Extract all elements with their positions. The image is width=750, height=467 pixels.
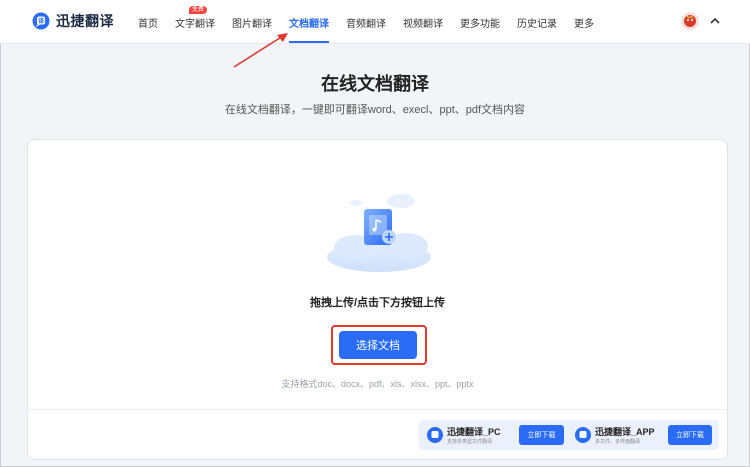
svg-text:译: 译: [38, 17, 45, 25]
download-pc-button[interactable]: 立即下载: [519, 425, 564, 445]
page-subtitle: 在线文档翻译，一键即可翻译word、execl、ppt、pdf文档内容: [224, 104, 526, 116]
nav-text-translate-label: 文字翻译: [175, 19, 215, 30]
translate-logo-icon: 译: [32, 12, 50, 30]
translate-app-icon: [427, 427, 443, 443]
nav-image-translate[interactable]: 图片翻译: [232, 15, 272, 30]
promo-pc-name: 迅捷翻译_PC: [447, 427, 501, 437]
chevron-up-icon[interactable]: [708, 14, 722, 28]
translate-app-icon: [575, 427, 591, 443]
page-title: 在线文档翻译: [321, 74, 429, 94]
choose-document-button[interactable]: 选择文档: [339, 331, 417, 359]
nav-document-translate[interactable]: 文档翻译: [289, 15, 329, 43]
drop-hint: 拖拽上传/点击下方按钮上传: [309, 297, 446, 309]
brand-name: 迅捷翻译: [56, 13, 114, 29]
promo-pc-desc: 支持多类型文件翻译: [447, 439, 493, 445]
supported-formats: 支持格式doc、docx、pdf、xls、xlsx、ppt、pptx: [281, 379, 474, 389]
nav-more-features[interactable]: 更多功能: [460, 15, 500, 30]
nav-more[interactable]: 更多: [574, 15, 594, 30]
free-badge: 免费: [189, 6, 208, 14]
promo-pc: 迅捷翻译_PC 支持多类型文件翻译 立即下载: [419, 420, 571, 450]
nav-home[interactable]: 首页: [138, 15, 158, 30]
brand-logo[interactable]: 译 迅捷翻译: [32, 11, 114, 31]
main-nav: 首页 文字翻译 免费 图片翻译 文档翻译 音频翻译 视频翻译 更多功能 历史记录…: [138, 6, 611, 43]
top-navbar: 译 迅捷翻译 首页 文字翻译 免费 图片翻译 文档翻译 音频翻译 视频翻译 更多…: [0, 0, 750, 44]
promo-app: 迅捷翻译_APP 多文件、多界面翻译 立即下载: [567, 420, 719, 450]
promo-app-name: 迅捷翻译_APP: [595, 427, 655, 437]
nav-text-translate[interactable]: 文字翻译 免费: [175, 6, 215, 30]
nav-history[interactable]: 历史记录: [517, 15, 557, 30]
annotation-arrow-icon: [233, 33, 288, 68]
nav-video-translate[interactable]: 视频翻译: [403, 15, 443, 30]
document-upload-illustration-icon: [327, 194, 431, 272]
promo-app-desc: 多文件、多界面翻译: [595, 439, 641, 445]
download-app-button[interactable]: 立即下载: [668, 425, 712, 445]
divider: [28, 409, 727, 410]
nav-audio-translate[interactable]: 音频翻译: [346, 15, 386, 30]
user-avatar[interactable]: [681, 12, 699, 30]
upload-card[interactable]: 拖拽上传/点击下方按钮上传 选择文档 支持格式doc、docx、pdf、xls、…: [27, 139, 728, 460]
